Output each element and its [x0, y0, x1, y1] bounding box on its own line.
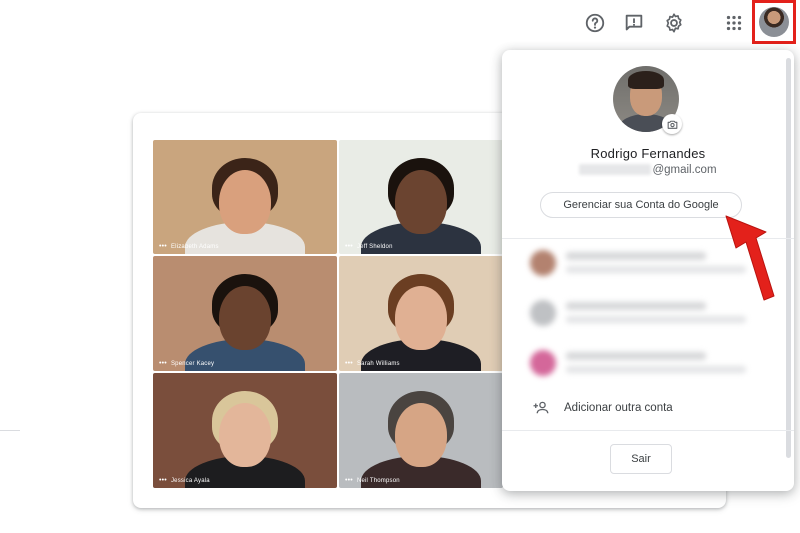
participant-photo [395, 169, 447, 234]
divider [0, 430, 20, 431]
participant-video-tile: ••• Jessica Ayala [153, 373, 337, 488]
participant-name-label: ••• Jessica Ayala [159, 477, 210, 484]
participant-photo [219, 285, 271, 350]
sign-out-button[interactable]: Sair [610, 444, 672, 474]
more-dots-icon: ••• [345, 477, 353, 484]
participant-name-label: ••• Elizabeth Adams [159, 243, 219, 250]
participant-name-label: ••• Spencer Kacey [159, 360, 214, 367]
participant-video-tile: ••• Neil Thompson [339, 373, 503, 488]
more-dots-icon: ••• [345, 243, 353, 250]
account-button-highlight[interactable] [752, 0, 796, 44]
participant-name: Jessica Ayala [170, 477, 210, 484]
participant-photo [395, 402, 447, 467]
avatar [530, 350, 556, 376]
red-arrow-annotation [725, 215, 775, 301]
participant-video-tile: ••• Spencer Kacey [153, 256, 337, 371]
participant-name-label: ••• Sarah Williams [345, 360, 400, 367]
add-person-icon [533, 401, 549, 414]
more-dots-icon: ••• [159, 360, 167, 367]
account-email-redacted [566, 316, 746, 323]
gear-icon[interactable] [661, 10, 687, 36]
camera-icon[interactable] [662, 114, 682, 134]
add-account-label: Adicionar outra conta [564, 402, 673, 414]
account-email-redacted [566, 366, 746, 373]
avatar [530, 300, 556, 326]
participant-photo [219, 402, 271, 467]
participant-name-label: ••• Neil Thompson [345, 477, 400, 484]
account-name: Rodrigo Fernandes [590, 146, 706, 161]
manage-google-account-button[interactable]: Gerenciar sua Conta do Google [540, 192, 742, 218]
participant-name: Sarah Williams [356, 360, 400, 367]
avatar [530, 250, 556, 276]
other-account-row[interactable] [502, 342, 782, 382]
more-dots-icon: ••• [345, 360, 353, 367]
account-email: @gmail.com [502, 164, 794, 176]
participant-name: Jeff Sheldon [356, 243, 393, 250]
email-suffix: @gmail.com [652, 164, 717, 176]
participant-video-tile: ••• Sarah Williams [339, 256, 503, 371]
account-avatar-icon[interactable] [759, 7, 789, 37]
more-dots-icon: ••• [159, 477, 167, 484]
participant-photo [219, 169, 271, 234]
add-account-button[interactable]: Adicionar outra conta [532, 398, 673, 418]
participant-name-label: ••• Jeff Sheldon [345, 243, 393, 250]
account-email-redacted [566, 266, 746, 273]
participant-video-tile: ••• Elizabeth Adams [153, 140, 337, 254]
participant-name: Neil Thompson [356, 477, 400, 484]
participant-name: Elizabeth Adams [170, 243, 219, 250]
divider [502, 430, 794, 431]
email-redaction [579, 164, 652, 176]
apps-grid-icon[interactable] [721, 10, 747, 36]
more-dots-icon: ••• [159, 243, 167, 250]
participant-name: Spencer Kacey [170, 360, 215, 367]
video-grid: ••• Elizabeth Adams ••• Jeff Sheldon ••• Spen… [153, 140, 503, 488]
participant-video-tile: ••• Jeff Sheldon [339, 140, 503, 254]
account-name-redacted [566, 302, 706, 310]
feedback-icon[interactable] [621, 10, 647, 36]
scrollbar[interactable] [786, 58, 791, 458]
account-name-redacted [566, 252, 706, 260]
help-circle-icon[interactable] [582, 10, 608, 36]
participant-photo [395, 285, 447, 350]
account-name-redacted [566, 352, 706, 360]
